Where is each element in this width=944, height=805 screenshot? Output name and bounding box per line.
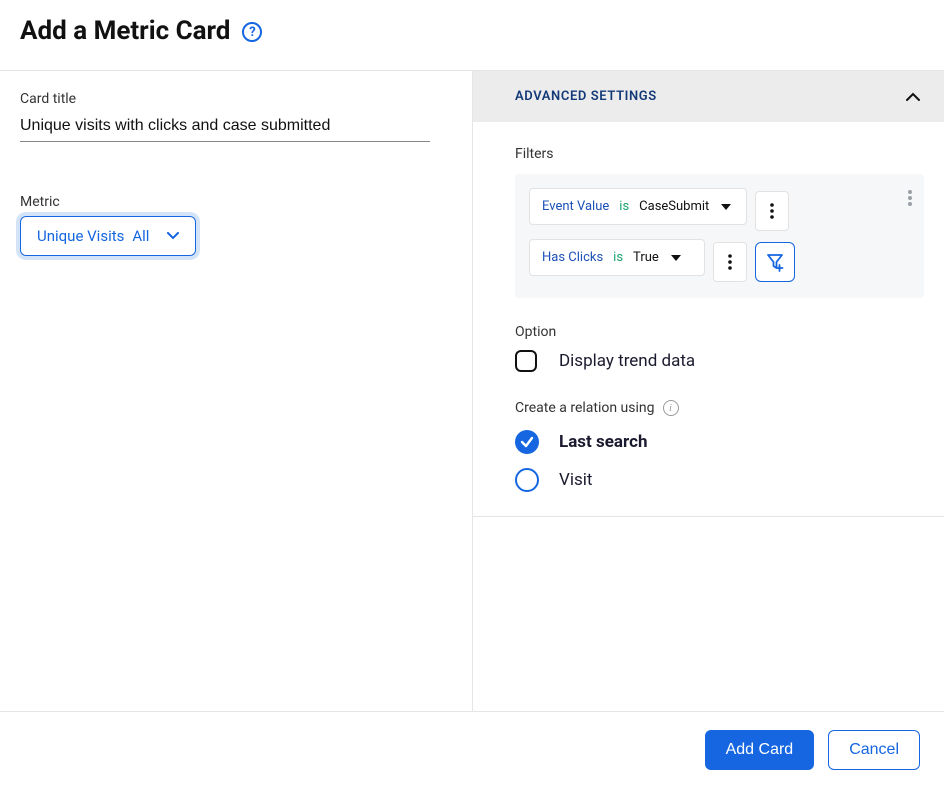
metric-section: Metric Unique Visits All (20, 194, 452, 256)
relation-option-label: Visit (559, 470, 592, 490)
display-trend-label: Display trend data (559, 351, 695, 371)
metric-label: Metric (20, 194, 452, 210)
metric-dropdown[interactable]: Unique Visits All (20, 216, 196, 256)
dialog-header: Add a Metric Card ? (0, 0, 944, 71)
add-card-button[interactable]: Add Card (705, 730, 815, 770)
filter-chip-menu[interactable] (755, 191, 789, 231)
relation-option-label: Last search (559, 432, 647, 452)
caret-down-icon (671, 255, 681, 261)
filter-chip-menu[interactable] (713, 242, 747, 282)
filter-value: CaseSubmit (639, 199, 709, 214)
filter-operator: is (619, 199, 629, 214)
metric-value-main: Unique Visits (37, 227, 124, 245)
display-trend-checkbox-row[interactable]: Display trend data (515, 350, 924, 372)
caret-down-icon (721, 204, 731, 210)
advanced-settings-header[interactable]: ADVANCED SETTINGS (473, 71, 944, 122)
cancel-button[interactable]: Cancel (828, 730, 920, 770)
filters-box: Event Value is CaseSubmit Has Clicks (515, 174, 924, 298)
advanced-settings-body: Filters Event Value is CaseSubmit (473, 122, 944, 517)
filter-chip[interactable]: Has Clicks is True (529, 239, 705, 276)
filter-add-icon (765, 252, 785, 272)
checkbox-icon[interactable] (515, 350, 537, 372)
chevron-down-icon (167, 232, 179, 240)
filter-operator: is (613, 250, 623, 265)
relation-option-visit[interactable]: Visit (515, 468, 924, 492)
filters-label: Filters (515, 146, 924, 162)
metric-value-scope: All (132, 227, 149, 245)
add-filter-button[interactable] (755, 242, 795, 282)
filter-value: True (633, 250, 659, 265)
dialog-footer: Add Card Cancel (0, 711, 944, 788)
info-icon[interactable]: i (663, 400, 679, 416)
filter-chip[interactable]: Event Value is CaseSubmit (529, 188, 747, 225)
filter-row: Has Clicks is True (529, 239, 912, 284)
filter-field: Has Clicks (542, 250, 603, 265)
radio-selected-icon (515, 430, 539, 454)
filter-field: Event Value (542, 199, 609, 214)
right-panel: ADVANCED SETTINGS Filters Event Value is… (472, 71, 944, 711)
filters-group-menu-icon[interactable] (908, 190, 912, 206)
filter-row: Event Value is CaseSubmit (529, 188, 912, 233)
chevron-up-icon (906, 92, 920, 101)
relation-label: Create a relation using (515, 400, 655, 416)
left-panel: Card title Metric Unique Visits All (0, 71, 472, 711)
card-title-input[interactable] (20, 113, 430, 142)
advanced-settings-title: ADVANCED SETTINGS (515, 89, 657, 104)
radio-unselected-icon (515, 468, 539, 492)
option-section: Option Display trend data (515, 324, 924, 372)
option-label: Option (515, 324, 924, 340)
relation-option-last-search[interactable]: Last search (515, 430, 924, 454)
dialog-title: Add a Metric Card (20, 16, 230, 46)
help-icon[interactable]: ? (242, 22, 262, 42)
card-title-label: Card title (20, 91, 452, 107)
relation-section: Create a relation using i Last search Vi… (515, 400, 924, 492)
dialog-content: Card title Metric Unique Visits All ADVA… (0, 71, 944, 711)
